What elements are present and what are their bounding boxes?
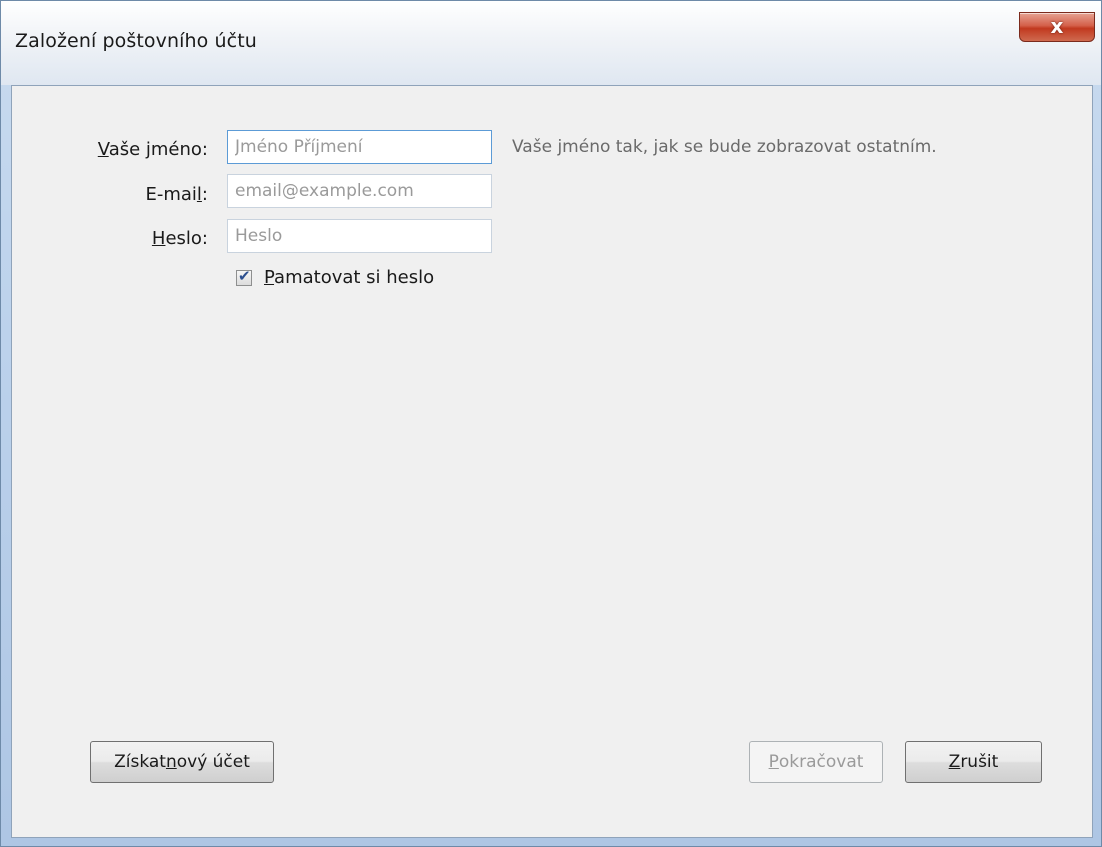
title-bar[interactable]: Založení poštovního účtu x xyxy=(1,1,1101,85)
name-input[interactable] xyxy=(227,130,492,164)
close-button[interactable]: x xyxy=(1019,12,1095,42)
dialog-window: Založení poštovního účtu x Vaše jméno: V… xyxy=(0,0,1102,847)
close-icon: x xyxy=(1050,14,1064,38)
window-title: Založení poštovního účtu xyxy=(15,30,257,52)
remember-password-label[interactable]: Pamatovat si heslo xyxy=(264,267,434,288)
dialog-client-area: Vaše jméno: Vaše jméno tak, jak se bude … xyxy=(11,85,1093,838)
email-input[interactable] xyxy=(227,174,492,208)
cancel-button[interactable]: Zrušit xyxy=(905,741,1042,783)
continue-button[interactable]: Pokračovat xyxy=(749,741,883,783)
name-hint: Vaše jméno tak, jak se bude zobrazovat o… xyxy=(512,137,937,157)
password-label: Heslo: xyxy=(151,228,208,249)
get-new-account-button[interactable]: Získat n ový účet xyxy=(90,741,274,783)
email-label: E-mail: xyxy=(145,184,208,205)
password-input[interactable] xyxy=(227,219,492,253)
name-label: Vaše jméno: xyxy=(97,139,208,160)
remember-password-checkbox[interactable] xyxy=(236,267,252,286)
